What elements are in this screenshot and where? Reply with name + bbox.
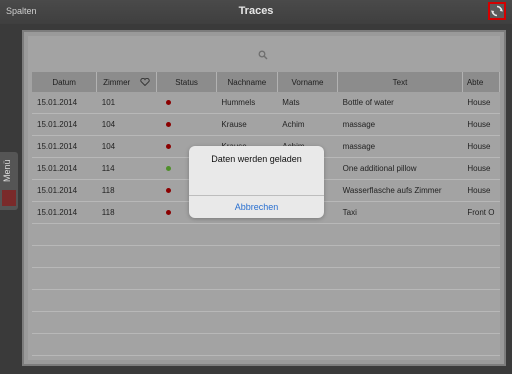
cell-datum: 15.01.2014 (32, 157, 97, 180)
empty-row (32, 311, 500, 334)
table-row[interactable]: 15.01.2014 101 Hummels Mats Bottle of wa… (32, 92, 500, 114)
loading-dialog: Daten werden geladen Abbrechen (189, 146, 324, 218)
column-header-status[interactable]: Status (156, 72, 217, 92)
empty-row (32, 267, 500, 290)
status-dot (165, 210, 171, 215)
cell-abteilung: House (462, 179, 500, 202)
cell-abteilung: House (462, 92, 500, 114)
page-title: Traces (238, 5, 274, 17)
status-dot (165, 166, 171, 171)
menu-label: Menü (2, 159, 12, 183)
cell-datum: 15.01.2014 (32, 179, 97, 202)
cell-zimmer: 104 (96, 135, 157, 158)
empty-row (32, 245, 500, 268)
dialog-message: Daten werden geladen (211, 154, 302, 164)
cell-abteilung: Front O (462, 201, 500, 224)
top-bar: Spalten Traces (0, 0, 512, 24)
status-dot (165, 144, 171, 149)
empty-row (32, 223, 500, 246)
cancel-button[interactable]: Abbrechen (189, 196, 324, 218)
cell-text: massage (337, 135, 463, 158)
cell-zimmer: 118 (96, 201, 157, 224)
column-header-zimmer[interactable]: Zimmer (96, 72, 158, 92)
cell-datum: 15.01.2014 (32, 135, 97, 158)
cell-vorname: Mats (277, 92, 338, 114)
cell-status (156, 113, 217, 136)
status-dot (165, 100, 171, 105)
table-row[interactable]: 15.01.2014 104 Krause Achim massage Hous… (32, 113, 500, 136)
cell-abteilung: House (462, 157, 500, 180)
table-header-row: Datum Zimmer Status Nachname Vorname Tex… (32, 72, 501, 92)
column-header-zimmer-label: Zimmer (103, 77, 131, 87)
cell-zimmer: 101 (96, 92, 157, 114)
cell-abteilung: House (462, 113, 500, 136)
cell-text: Wasserflasche aufs Zimmer (337, 179, 463, 202)
column-header-nachname[interactable]: Nachname (216, 72, 278, 92)
cell-text: Bottle of water (337, 92, 463, 114)
refresh-button[interactable] (488, 2, 506, 20)
cell-zimmer: 104 (96, 113, 157, 136)
column-header-vorname[interactable]: Vorname (277, 72, 339, 92)
cell-status (156, 92, 217, 114)
heart-icon[interactable] (140, 78, 151, 87)
cell-vorname: Achim (277, 113, 338, 136)
cell-datum: 15.01.2014 (32, 92, 97, 114)
search-button[interactable] (258, 50, 274, 64)
menu-side-tab[interactable]: Menü (0, 152, 18, 210)
status-dot (165, 188, 171, 193)
column-header-datum[interactable]: Datum (32, 72, 98, 92)
cell-text: massage (337, 113, 463, 136)
cell-text: One additional pillow (337, 157, 463, 180)
cell-zimmer: 118 (96, 179, 157, 202)
column-header-abteilung[interactable]: Abte (462, 72, 501, 92)
search-icon (258, 50, 268, 60)
column-header-text[interactable]: Text (337, 72, 463, 92)
empty-row (32, 289, 500, 312)
menu-thumbnail (2, 190, 16, 206)
cell-text: Taxi (337, 201, 463, 224)
empty-row (32, 333, 500, 356)
cell-datum: 15.01.2014 (32, 113, 97, 136)
refresh-icon (491, 5, 503, 17)
cell-datum: 15.01.2014 (32, 201, 97, 224)
cell-abteilung: House (462, 135, 500, 158)
cell-nachname: Krause (216, 113, 278, 136)
cell-nachname: Hummels (216, 92, 278, 114)
cell-zimmer: 114 (96, 157, 157, 180)
status-dot (165, 122, 171, 127)
